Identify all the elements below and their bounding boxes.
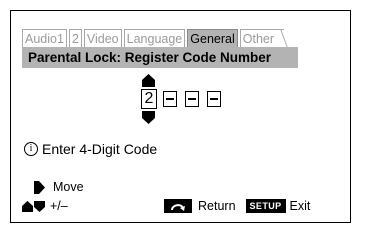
increment-arrow-icon[interactable] [142,74,155,87]
exit-label: Exit [289,199,311,213]
code-digit-1[interactable]: 2 [141,89,157,109]
return-arrow-icon [171,203,185,211]
down-arrow-icon [34,200,45,212]
tab-audio1[interactable]: Audio1 [22,29,67,47]
adjust-hint: +/– [22,199,68,213]
up-arrow-icon [22,200,33,212]
code-digit-4[interactable] [207,91,221,107]
return-label: Return [198,199,236,213]
info-message: i Enter 4-Digit Code [24,141,157,157]
code-entry: 2 [141,88,229,110]
tab-language[interactable]: Language [123,29,186,47]
return-exit-hint: Return SETUP Exit [164,199,310,213]
code-digit-3[interactable] [185,91,199,107]
right-arrow-icon [34,180,45,194]
return-key[interactable] [164,199,192,213]
empty-dash-icon [188,98,196,100]
tab-video[interactable]: Video [83,29,122,47]
move-hint: Move [34,180,84,194]
decrement-arrow-icon[interactable] [142,111,155,124]
adjust-label: +/– [50,199,68,213]
setup-key[interactable]: SETUP [245,199,286,213]
info-icon: i [24,142,38,156]
page-title: Parental Lock: Register Code Number [22,47,298,68]
tab-2[interactable]: 2 [68,29,82,47]
info-text: Enter 4-Digit Code [42,141,158,157]
empty-dash-icon [210,98,218,100]
empty-dash-icon [166,98,174,100]
code-digit-2[interactable] [163,91,177,107]
tab-general[interactable]: General [187,29,238,47]
move-label: Move [53,180,84,194]
tab-other[interactable]: Other [239,29,285,47]
tab-bar: Audio1 2 Video Language General Other [22,28,286,47]
